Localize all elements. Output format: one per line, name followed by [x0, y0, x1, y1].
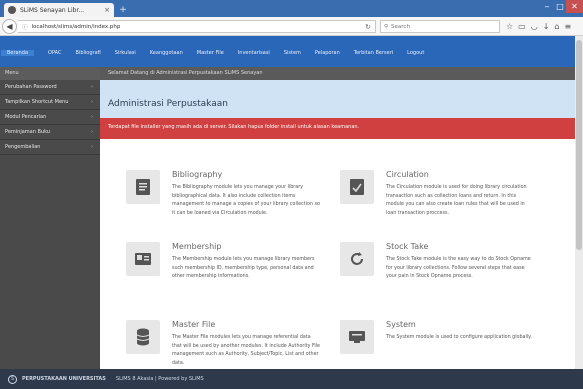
info-icon: ⓘ: [22, 24, 28, 31]
bibliography-icon: [126, 170, 160, 204]
module-title: Bibliography: [172, 170, 223, 179]
scrollbar-thumb[interactable]: [576, 40, 582, 250]
left-sidebar: Menu Perubahan Password › Tampilkan Shor…: [0, 67, 100, 369]
main-content: Administrasi Perpustakaan Terdapat file …: [100, 80, 575, 369]
new-tab-button[interactable]: +: [118, 5, 128, 15]
menu-item-beranda[interactable]: Beranda: [1, 50, 35, 56]
module-description: The Membership module lets you manage li…: [172, 257, 315, 279]
main-menu: Beranda OPAC Bibliografi Sirkulasi Keang…: [1, 50, 438, 56]
browser-tab[interactable]: SLiMS Senayan Libr... ×: [4, 3, 114, 17]
sidebar-item-change-password[interactable]: Perubahan Password ›: [0, 80, 100, 95]
menu-item-sirkulasi[interactable]: Sirkulasi: [115, 50, 136, 56]
menu-item-logout[interactable]: Logout: [407, 50, 424, 56]
chevron-right-icon: ›: [91, 114, 93, 120]
module-description: The System module is used to configure a…: [386, 335, 532, 340]
chevron-right-icon: ›: [91, 144, 93, 150]
app-header: Beranda OPAC Bibliografi Sirkulasi Keang…: [0, 36, 575, 67]
sidebar-item-shortcut[interactable]: Tampilkan Shortcut Menu ›: [0, 95, 100, 110]
menu-item-terbitan-berseri[interactable]: Terbitan Berseri: [354, 50, 393, 56]
favicon-icon: [8, 6, 16, 14]
sidebar-item-loan[interactable]: Peminjaman Buku ›: [0, 125, 100, 140]
module-description: The Master File modules lets you manage …: [172, 335, 320, 366]
home-icon[interactable]: ⌂: [554, 22, 559, 31]
page-title: Administrasi Perpustakaan: [100, 80, 575, 118]
maximize-button[interactable]: □: [554, 0, 566, 13]
module-title: System: [386, 320, 416, 329]
sidebar-item-label: Perubahan Password: [5, 84, 57, 90]
module-description: The Stock Take module is the easy way to…: [386, 257, 531, 279]
stocktake-icon: [340, 242, 374, 276]
footer-brand: PERPUSTAKAAN UNIVERSITAS: [22, 376, 106, 382]
membership-icon: [126, 242, 160, 276]
reload-icon[interactable]: ↻: [365, 23, 371, 31]
menu-item-bibliografi[interactable]: Bibliografi: [76, 50, 101, 56]
menu-item-opac[interactable]: OPAC: [48, 50, 61, 56]
menu-item-keanggotaan[interactable]: Keanggotaan: [150, 50, 183, 56]
sidebar-item-search[interactable]: Modul Pencarian ›: [0, 110, 100, 125]
masterfile-icon: [126, 320, 160, 354]
search-placeholder: Search: [391, 23, 410, 30]
module-title: Stock Take: [386, 242, 429, 251]
reading-list-icon[interactable]: ▭: [518, 22, 526, 31]
module-title: Membership: [172, 242, 222, 251]
back-button[interactable]: ◀: [2, 19, 17, 34]
sidebar-item-return[interactable]: Pengembalian ›: [0, 140, 100, 155]
menu-item-sistem[interactable]: Sistem: [284, 50, 301, 56]
browser-tab-bar: SLiMS Senayan Libr... × + ‒ □ ✕: [0, 0, 583, 17]
browser-nav-bar: ◀ ⓘ localhost/slims/admin/index.php ↻ ⚲ …: [0, 17, 583, 36]
footer: S PERPUSTAKAAN UNIVERSITAS SLiMS 8 Akasi…: [0, 369, 583, 389]
module-title: Circulation: [386, 170, 429, 179]
circulation-icon: [340, 170, 374, 204]
close-tab-icon[interactable]: ×: [104, 6, 110, 14]
system-icon: [340, 320, 374, 354]
sidebar-item-label: Tampilkan Shortcut Menu: [5, 99, 69, 105]
browser-search-input[interactable]: ⚲ Search: [380, 20, 500, 33]
menu-item-pelaporan[interactable]: Pelaporan: [315, 50, 340, 56]
close-window-button[interactable]: ✕: [566, 0, 583, 13]
menu-item-master-file[interactable]: Master File: [197, 50, 224, 56]
url-text: localhost/slims/admin/index.php: [31, 23, 121, 30]
sidebar-header: Menu: [0, 67, 100, 80]
warning-alert: Terdapat file installer yang masih ada d…: [100, 118, 575, 139]
page-scrollbar[interactable]: [575, 36, 583, 369]
bookmark-star-icon[interactable]: ☆: [506, 22, 513, 31]
chevron-right-icon: ›: [91, 99, 93, 105]
module-description: The Circulation module is used for doing…: [386, 185, 527, 216]
module-title: Master File: [172, 320, 216, 329]
search-icon: ⚲: [384, 23, 389, 30]
toolbar-icons: ☆ ▭ ◡ ↓ ⌂ ≡: [506, 20, 571, 33]
breadcrumb: Selamat Datang di Administrasi Perpustak…: [100, 67, 575, 80]
address-bar[interactable]: ⓘ localhost/slims/admin/index.php ↻: [18, 20, 376, 33]
minimize-button[interactable]: ‒: [540, 0, 554, 13]
download-icon[interactable]: ↓: [543, 22, 550, 31]
hamburger-menu-icon[interactable]: ≡: [565, 22, 572, 31]
slims-logo-icon: S: [8, 374, 17, 384]
pocket-icon[interactable]: ◡: [531, 22, 538, 31]
menu-item-inventarisasi[interactable]: Inventarisasi: [238, 50, 270, 56]
sidebar-item-label: Pengembalian: [5, 144, 41, 150]
module-description: The Bibliography module lets you manage …: [172, 185, 320, 216]
chevron-right-icon: ›: [91, 129, 93, 135]
chevron-right-icon: ›: [91, 84, 93, 90]
sidebar-item-label: Peminjaman Buku: [5, 129, 50, 135]
tab-title: SLiMS Senayan Libr...: [20, 6, 85, 14]
sidebar-item-label: Modul Pencarian: [5, 114, 47, 120]
footer-version: SLiMS 8 Akasia | Powered by SLiMS: [115, 376, 204, 382]
